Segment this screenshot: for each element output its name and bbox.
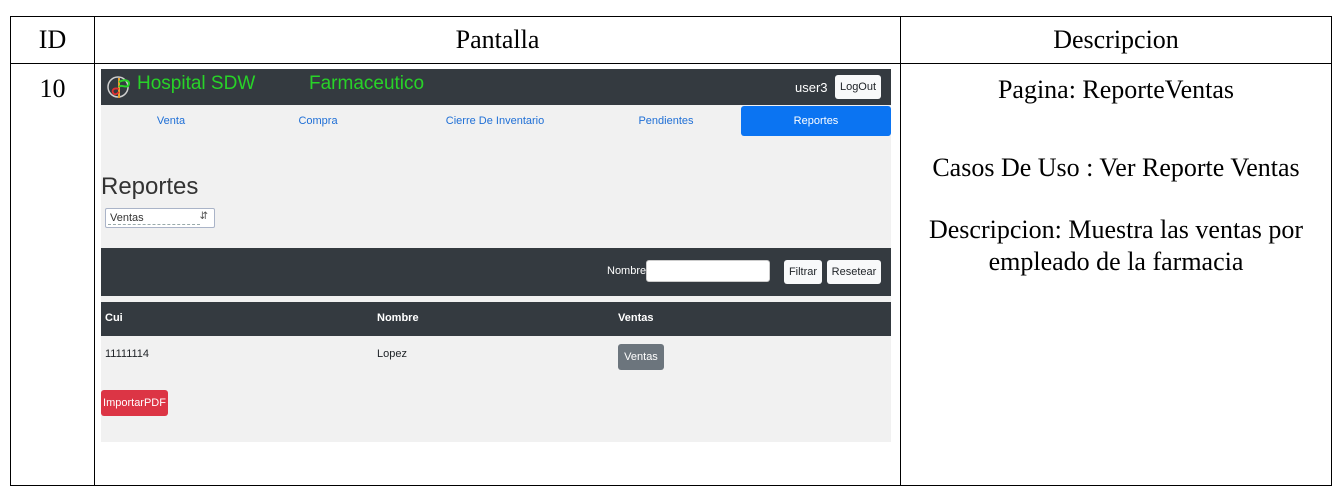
- view-sales-button[interactable]: Ventas: [618, 344, 664, 370]
- use-case-text: Casos De Uso : Ver Reporte Ventas: [932, 153, 1300, 182]
- nav-item-venta[interactable]: Venta: [101, 106, 241, 136]
- app-screenshot: Hospital SDW Farmaceutico user3 LogOut V…: [101, 69, 891, 442]
- column-header-cui: Cui: [105, 312, 123, 324]
- page-title: Reportes: [101, 173, 199, 200]
- cell-nombre: Lopez: [377, 348, 407, 360]
- name-filter-label: Nombre:: [607, 265, 650, 277]
- filter-bar: Nombre: Filtrar Resetear: [101, 248, 891, 296]
- header-row: ID Pantalla Descripcion: [10, 16, 1332, 64]
- results-table-header: Cui Nombre Ventas: [101, 302, 891, 336]
- header-pantalla: Pantalla: [94, 16, 901, 64]
- column-header-nombre: Nombre: [377, 312, 419, 324]
- filter-button[interactable]: Filtrar: [784, 260, 822, 284]
- nav-item-pendientes[interactable]: Pendientes: [591, 106, 741, 136]
- reset-button[interactable]: Resetear: [827, 260, 881, 284]
- main-nav: Venta Compra Cierre De Inventario Pendie…: [101, 106, 891, 136]
- description-text: Descripcion: Muestra las ventas por empl…: [928, 215, 1303, 276]
- nav-item-compra[interactable]: Compra: [243, 106, 393, 136]
- nav-item-cierre-inventario[interactable]: Cierre De Inventario: [395, 106, 595, 136]
- top-navbar: Hospital SDW Farmaceutico user3 LogOut: [101, 69, 891, 105]
- select-arrows-icon: ⇵: [199, 211, 208, 222]
- cell-cui: 11111114: [105, 348, 150, 360]
- row-id: 10: [10, 63, 95, 486]
- export-pdf-button[interactable]: ImportarPDF: [101, 390, 168, 416]
- page-name-text: Pagina: ReporteVentas: [997, 75, 1235, 104]
- logout-button[interactable]: LogOut: [835, 75, 881, 99]
- caduceus-logo-icon: [107, 76, 130, 98]
- brand-name[interactable]: Hospital SDW: [137, 73, 255, 95]
- screenshot-cell: Hospital SDW Farmaceutico user3 LogOut V…: [94, 63, 901, 486]
- content-row: 10 Hospital SDW Farmaceutico user3 LogOu…: [10, 63, 1332, 486]
- nav-item-reportes[interactable]: Reportes: [741, 106, 891, 136]
- document-table: ID Pantalla Descripcion 10 Hospital SDW: [10, 16, 1332, 486]
- column-header-ventas: Ventas: [618, 312, 654, 324]
- focus-underline: [108, 224, 200, 225]
- description-cell: Pagina: ReporteVentas Casos De Uso : Ver…: [900, 63, 1332, 486]
- header-id: ID: [10, 16, 95, 64]
- section-name: Farmaceutico: [309, 73, 425, 94]
- report-type-select[interactable]: Ventas ⇵: [105, 208, 215, 228]
- name-filter-input[interactable]: [646, 260, 770, 282]
- report-type-selected: Ventas: [110, 212, 144, 224]
- username-label: user3: [795, 80, 828, 95]
- header-descripcion: Descripcion: [900, 16, 1332, 64]
